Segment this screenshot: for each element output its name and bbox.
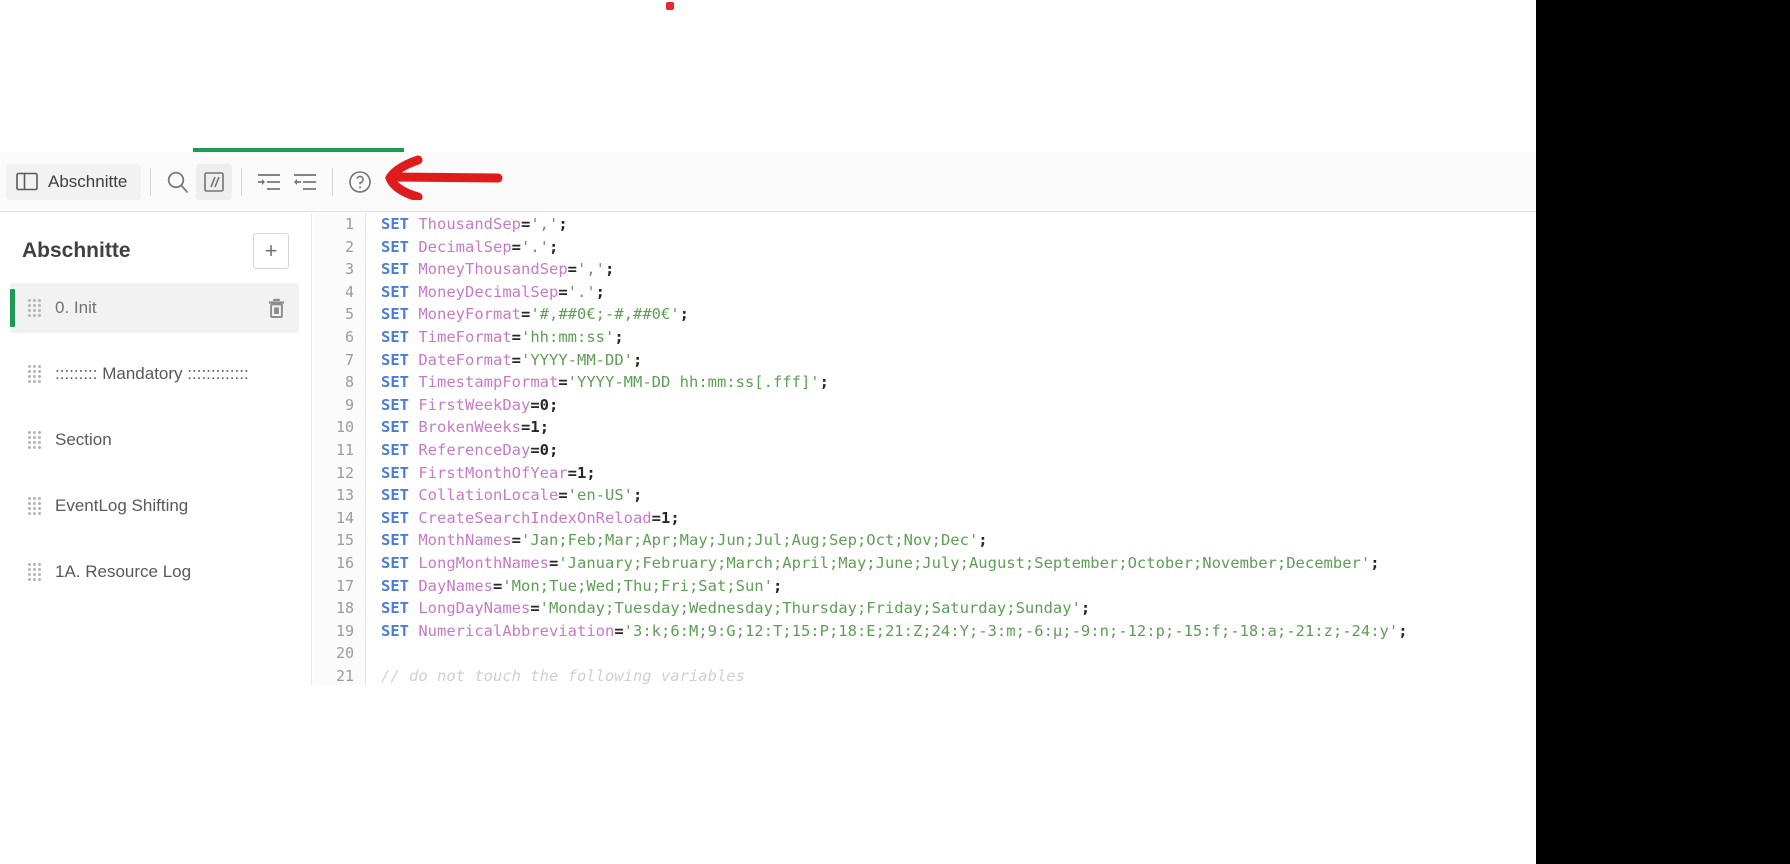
code-line: SET CollationLocale='en-US'; xyxy=(381,486,643,505)
code-line: SET ReferenceDay=0; xyxy=(381,440,559,459)
sidebar-title: Abschnitte xyxy=(22,239,131,262)
line-number: 12 xyxy=(335,463,354,482)
code-line: SET MoneyDecimalSep='.'; xyxy=(381,282,606,301)
code-line: SET MonthNames='Jan;Feb;Mar;Apr;May;Jun;… xyxy=(381,531,988,550)
delete-section-icon[interactable] xyxy=(268,298,285,318)
line-number: 3 xyxy=(344,260,354,279)
section-list-item[interactable]: 1A. Resource Log xyxy=(10,547,299,597)
code-line: // do not touch the following variables xyxy=(381,666,745,685)
line-number: 16 xyxy=(335,553,354,572)
blank-filler-region xyxy=(1536,0,1790,864)
code-line: SET MoneyFormat='#,##0€;-#,##0€'; xyxy=(381,305,689,324)
search-icon xyxy=(165,169,191,195)
toolbar-divider xyxy=(241,167,243,196)
help-button[interactable] xyxy=(342,164,378,200)
indent-increase-icon xyxy=(256,171,282,193)
line-number: 19 xyxy=(335,621,354,640)
toolbar-divider xyxy=(150,167,152,196)
code-line: SET CreateSearchIndexOnReload=1; xyxy=(381,508,680,527)
line-number: 11 xyxy=(335,440,354,459)
section-list-item[interactable]: 0. Init xyxy=(10,283,299,333)
indent-decrease-button[interactable] xyxy=(287,164,323,200)
sections-sidebar: Abschnitte + 0. Init::::::::: Mandatory … xyxy=(0,213,312,685)
section-list: 0. Init::::::::: Mandatory :::::::::::::… xyxy=(0,283,311,613)
sidebar-header: Abschnitte + xyxy=(0,213,311,283)
code-line: SET TimeFormat='hh:mm:ss'; xyxy=(381,327,624,346)
line-number: 2 xyxy=(344,237,354,256)
line-number: 14 xyxy=(335,508,354,527)
drag-handle-icon[interactable] xyxy=(28,563,41,581)
line-number: 15 xyxy=(335,531,354,550)
section-list-item[interactable]: ::::::::: Mandatory ::::::::::::: xyxy=(10,349,299,399)
line-number: 20 xyxy=(335,644,354,663)
code-line: SET BrokenWeeks=1; xyxy=(381,418,550,437)
code-line: SET NumericalAbbreviation='3:k;6:M;9:G;1… xyxy=(381,621,1408,640)
qlik-data-load-editor: Abschnitte Abschnitte + 0. Init::::::::… xyxy=(0,0,1536,864)
code-line: SET FirstMonthOfYear=1; xyxy=(381,463,596,482)
section-item-label: 1A. Resource Log xyxy=(55,562,192,581)
line-number: 4 xyxy=(344,282,354,301)
selected-indicator xyxy=(10,289,15,327)
line-number: 1 xyxy=(344,215,354,233)
toggle-comment-button[interactable] xyxy=(196,163,233,200)
toolbar-divider xyxy=(332,167,334,196)
plus-icon: + xyxy=(264,238,278,263)
code-line: SET DateFormat='YYYY-MM-DD'; xyxy=(381,350,643,369)
line-number: 8 xyxy=(344,373,354,392)
comment-slashes-icon xyxy=(202,170,226,194)
line-number: 7 xyxy=(344,350,354,369)
line-number: 5 xyxy=(344,305,354,324)
line-number: 9 xyxy=(344,395,354,414)
line-number: 10 xyxy=(335,418,354,437)
line-number: 17 xyxy=(335,576,354,595)
section-list-item[interactable]: Section xyxy=(10,415,299,465)
code-editor[interactable]: 1 2 3 4 5 6 7 8 9 10 11 12 13 14 15 16 17 18 19 20 21 SET Th… xyxy=(313,213,1536,685)
section-list-item[interactable]: EventLog Shifting xyxy=(10,481,299,531)
section-item-label: Section xyxy=(55,430,112,449)
sections-panel-toggle-button[interactable]: Abschnitte xyxy=(6,163,142,200)
line-number: 18 xyxy=(335,599,354,618)
code-line: SET DayNames='Mon;Tue;Wed;Thu;Fri;Sat;Su… xyxy=(381,576,783,595)
section-item-label: ::::::::: Mandatory ::::::::::::: xyxy=(55,364,249,383)
indent-increase-button[interactable] xyxy=(251,164,287,200)
line-number: 21 xyxy=(335,666,354,685)
section-item-label: 0. Init xyxy=(55,298,97,317)
help-circle-icon xyxy=(347,169,373,195)
code-line: SET ThousandSep=','; xyxy=(381,215,568,233)
drag-handle-icon[interactable] xyxy=(28,431,41,449)
code-line: SET FirstWeekDay=0; xyxy=(381,395,559,414)
line-number-gutter: 1 2 3 4 5 6 7 8 9 10 11 12 13 14 15 16 17 18 19 20 21 xyxy=(313,213,366,685)
code-line: SET MoneyThousandSep=','; xyxy=(381,260,615,279)
drag-handle-icon[interactable] xyxy=(28,365,41,383)
sections-toggle-label: Abschnitte xyxy=(48,171,128,191)
indent-decrease-icon xyxy=(292,171,318,193)
drag-handle-icon[interactable] xyxy=(28,299,41,317)
line-number: 6 xyxy=(344,327,354,346)
panel-left-icon xyxy=(16,172,38,191)
add-section-button[interactable]: + xyxy=(253,233,289,269)
search-button[interactable] xyxy=(160,164,196,200)
drag-handle-icon[interactable] xyxy=(28,497,41,515)
code-line: SET DecimalSep='.'; xyxy=(381,237,559,256)
code-content[interactable]: SET ThousandSep=','; SET DecimalSep='.'; S… xyxy=(366,213,1536,685)
code-line: SET LongDayNames='Monday;Tuesday;Wednesd… xyxy=(381,599,1091,618)
red-dot-marker xyxy=(666,2,674,10)
code-line: SET TimestampFormat='YYYY-MM-DD hh:mm:ss… xyxy=(381,373,829,392)
code-line: SET LongMonthNames='January;February;Mar… xyxy=(381,553,1380,572)
editor-toolbar: Abschnitte xyxy=(0,152,1536,212)
section-item-label: EventLog Shifting xyxy=(55,496,189,515)
line-number: 13 xyxy=(335,486,354,505)
